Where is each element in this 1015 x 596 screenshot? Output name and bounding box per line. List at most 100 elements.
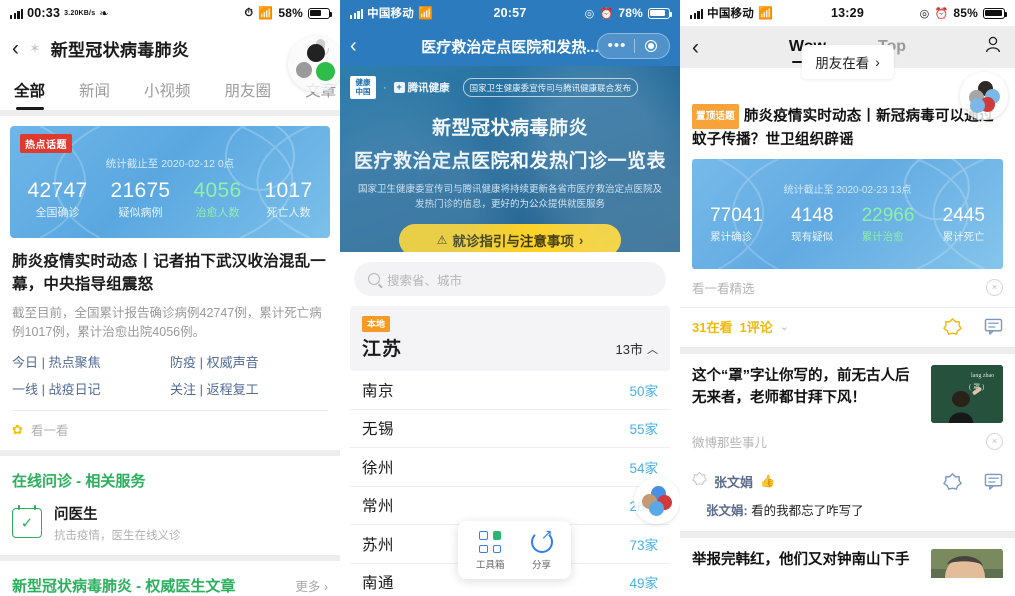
post1-comment-count[interactable]: 1评论 bbox=[739, 317, 772, 336]
flower-glyph-small bbox=[692, 471, 707, 486]
post2-liker-row: 张文娟 👍 bbox=[680, 461, 1015, 491]
tag-link-prevention[interactable]: 防疫 | 权威声音 bbox=[170, 352, 328, 371]
floating-petal-widget-3[interactable] bbox=[960, 72, 1008, 120]
friends-watching-button[interactable]: 朋友在看 › bbox=[801, 45, 894, 79]
service-subtitle: 抗击疫情，医生在线义诊 bbox=[54, 530, 181, 542]
city-count: 55家 bbox=[629, 422, 658, 438]
chevron-up-icon[interactable]: ︿ bbox=[647, 341, 658, 357]
service-name: 问医生 bbox=[54, 507, 98, 523]
city-row[interactable]: 南京 50家 bbox=[350, 371, 670, 410]
tab-moments[interactable]: 朋友圈 bbox=[225, 79, 272, 101]
dna-decoration bbox=[717, 159, 986, 269]
petal-blue-bottomleft bbox=[970, 98, 985, 113]
close-icon[interactable]: × bbox=[986, 279, 1003, 296]
status-left-1: 00:33 3.20KB/s ❧ bbox=[10, 6, 109, 20]
close-miniprogram-button[interactable] bbox=[635, 40, 667, 52]
panel-wechat-search: 00:33 3.20KB/s ❧ ⏱ 📶 58% ‹ ✶ 新型冠状病毒肺炎 全部… bbox=[0, 0, 340, 596]
comment-icon[interactable] bbox=[984, 318, 1003, 335]
status-time: 00:33 bbox=[27, 6, 61, 20]
tab-all[interactable]: 全部 bbox=[14, 79, 45, 101]
share-button[interactable]: ↗ 分享 bbox=[530, 527, 553, 571]
kanyikan-icon: ✿ bbox=[12, 421, 23, 437]
tab-news[interactable]: 新闻 bbox=[79, 79, 110, 101]
city-row[interactable]: 徐州 54家 bbox=[350, 448, 670, 487]
more-menu-button[interactable]: ••• bbox=[600, 34, 634, 58]
status-right-2: ◎ ⏰ 78% bbox=[585, 6, 672, 20]
post3-thumbnail[interactable] bbox=[931, 549, 1003, 578]
source-row[interactable]: ✿ 看一看 bbox=[0, 411, 340, 450]
portrait-thumbnail-glyph bbox=[931, 549, 1003, 578]
signal-bars-icon bbox=[690, 8, 704, 19]
province-city-search[interactable]: 搜索省、城市 bbox=[354, 262, 666, 296]
comment-glyph bbox=[984, 473, 1003, 490]
post2-icons bbox=[943, 472, 1003, 491]
alarm-icon: ⏰ bbox=[934, 7, 949, 20]
post1-view-count[interactable]: 31在看 bbox=[692, 317, 732, 336]
floating-petal-widget-2[interactable] bbox=[634, 478, 680, 524]
bullet-flower-icon[interactable] bbox=[943, 472, 962, 491]
post3-title: 举报完韩红，他们又对钟南山下手 bbox=[692, 552, 910, 568]
miniprogram-navbar: ‹ 医疗救治定点医院和发热... ••• bbox=[340, 26, 680, 66]
assistive-touch-widget[interactable] bbox=[288, 36, 340, 92]
back-button[interactable]: ‹ bbox=[350, 35, 357, 58]
search-query-text[interactable]: 新型冠状病毒肺炎 bbox=[51, 36, 189, 61]
post2-comment-author[interactable]: 张文娟: bbox=[706, 504, 748, 518]
pinned-topic-badge: 置顶话题 bbox=[692, 104, 739, 129]
profile-icon[interactable] bbox=[983, 35, 1003, 60]
bullet-flower-icon[interactable] bbox=[943, 317, 962, 336]
tag-link-returnwork[interactable]: 关注 | 返程复工 bbox=[170, 379, 328, 398]
svg-text:lang zhao: lang zhao bbox=[971, 373, 994, 379]
comment-glyph bbox=[984, 318, 1003, 335]
post2-comment-line: 张文娟: 看的我都忘了咋写了 bbox=[680, 491, 1015, 531]
comment-icon[interactable] bbox=[984, 473, 1003, 490]
chevron-down-icon[interactable]: ⌄ bbox=[780, 320, 789, 333]
post1-source: 看一看精选 bbox=[692, 282, 755, 296]
network-speed: 3.20KB/s bbox=[64, 9, 96, 17]
blackboard-thumbnail-glyph: lang zhao ( 罩 ) bbox=[931, 365, 1003, 423]
post2-thumbnail[interactable]: lang zhao ( 罩 ) bbox=[931, 365, 1003, 423]
province-header-jiangsu[interactable]: 本地 江苏 13市 ︿ bbox=[350, 306, 670, 371]
hotspot-card[interactable]: 热点话题 统计截止至 2020-02-12 0点 42747 全国确诊 2167… bbox=[0, 116, 340, 450]
thumbs-up-icon[interactable]: 👍 bbox=[760, 474, 775, 488]
toolbox-grid-icon bbox=[479, 531, 502, 553]
post2-head[interactable]: 这个“罩”字让你写的，前无古人后无来者，老师都甘拜下风！ lang zhao (… bbox=[680, 354, 1015, 423]
tag-link-frontline[interactable]: 一线 | 战疫日记 bbox=[12, 379, 170, 398]
signal-bars-icon bbox=[10, 8, 24, 19]
city-count: 54家 bbox=[629, 460, 658, 476]
doctor-section-more[interactable]: 更多 › bbox=[295, 576, 328, 595]
post1-stats-banner[interactable]: 统计截止至 2020-02-23 13点 77041 累计确诊 4148 现有疑… bbox=[692, 159, 1003, 269]
tag-links-grid: 今日 | 热点聚焦 防疫 | 权威声音 一线 | 战疫日记 关注 | 返程复工 bbox=[0, 342, 340, 410]
article-title[interactable]: 肺炎疫情实时动态丨记者拍下武汉收治混乱一幕，中央指导组震怒 bbox=[0, 238, 340, 296]
city-count: 73家 bbox=[629, 537, 658, 553]
toolbox-button[interactable]: 工具箱 bbox=[476, 531, 505, 571]
doctor-section-header[interactable]: 新型冠状病毒肺炎 - 权威医生文章 更多 › bbox=[0, 561, 340, 596]
clipboard-check-icon: ✓ bbox=[12, 505, 42, 538]
status-right-1: ⏱ 📶 58% bbox=[244, 6, 332, 20]
close-icon[interactable]: × bbox=[986, 433, 1003, 450]
status-left-2: 中国移动 📶 bbox=[350, 5, 433, 21]
jiankang-zhongguo-logo: 健康 中国 bbox=[350, 76, 376, 99]
flower-glyph bbox=[943, 318, 962, 335]
post2-liker-name[interactable]: 张文娟 bbox=[714, 472, 753, 491]
search-placeholder: 搜索省、城市 bbox=[387, 273, 463, 288]
status-bar-1: 00:33 3.20KB/s ❧ ⏱ 📶 58% bbox=[0, 0, 340, 26]
logo-separator-dot: · bbox=[383, 81, 387, 94]
post3-head[interactable]: 举报完韩红，他们又对钟南山下手 bbox=[680, 538, 1015, 578]
local-badge: 本地 bbox=[362, 315, 391, 332]
city-row[interactable]: 无锡 55家 bbox=[350, 410, 670, 448]
tab-shortvideo[interactable]: 小视频 bbox=[144, 79, 191, 101]
share-label: 分享 bbox=[532, 560, 552, 571]
service-item-ask-doctor[interactable]: ✓ 问医生 抗击疫情，医生在线义诊 bbox=[0, 493, 340, 555]
assist-dot-green bbox=[316, 62, 335, 81]
city-row[interactable]: 常州 26家 bbox=[350, 487, 670, 525]
city-name: 徐州 bbox=[362, 459, 395, 477]
city-count: 49家 bbox=[629, 576, 658, 592]
epidemic-stats-banner[interactable]: 热点话题 统计截止至 2020-02-12 0点 42747 全国确诊 2167… bbox=[10, 126, 330, 238]
wifi-icon: 📶 bbox=[258, 6, 274, 20]
back-button[interactable]: ‹ bbox=[12, 38, 19, 59]
bullet-flower-icon bbox=[692, 471, 707, 491]
service-section-header: 在线问诊 - 相关服务 bbox=[0, 456, 340, 493]
tag-link-today[interactable]: 今日 | 热点聚焦 bbox=[12, 352, 170, 371]
petal-cluster bbox=[969, 81, 1000, 113]
post1-source-row: 看一看精选 × bbox=[680, 269, 1015, 307]
